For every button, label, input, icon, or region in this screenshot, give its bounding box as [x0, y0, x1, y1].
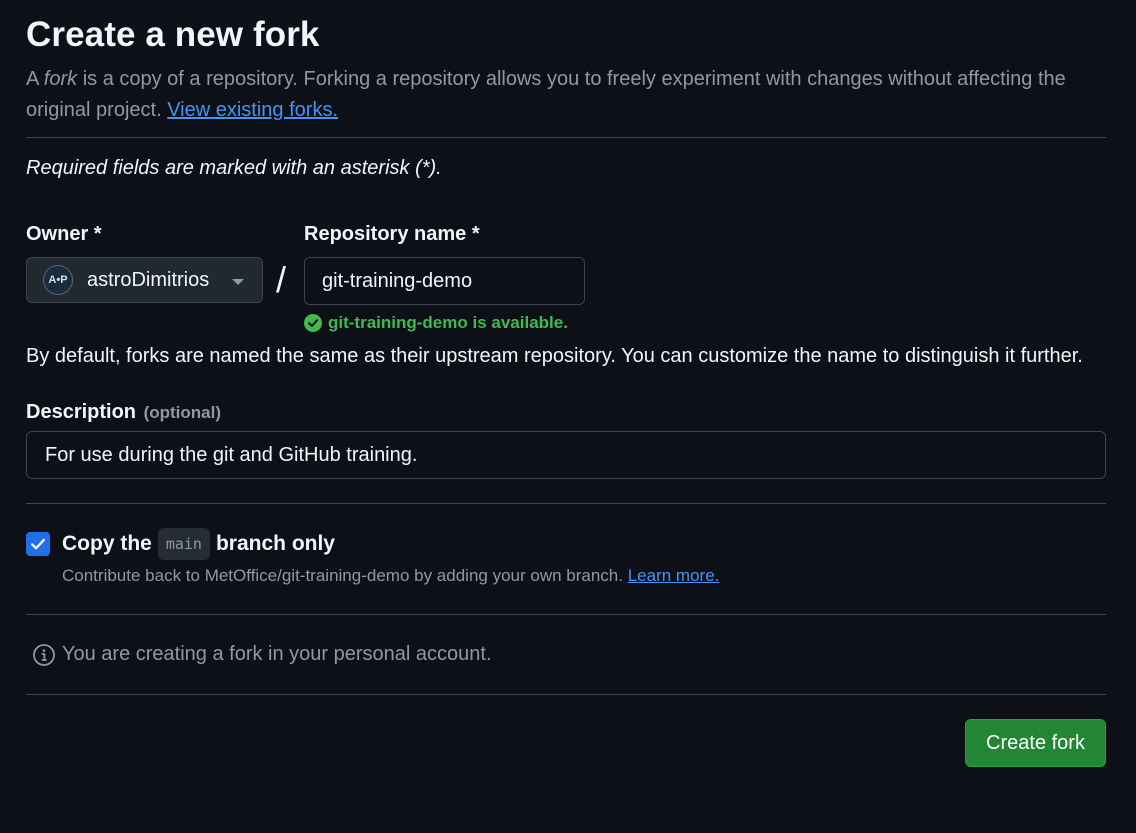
naming-hint: By default, forks are named the same as … — [26, 345, 1083, 367]
owner-field: Owner * A•P astroDimitrios — [26, 223, 263, 303]
copy-branch-subtitle-text: Contribute back to MetOffice/git-trainin… — [62, 566, 623, 585]
caret-down-icon — [232, 279, 244, 285]
description-label-text: Description — [26, 401, 137, 423]
repository-name-label: Repository name * — [304, 223, 480, 245]
info-text: You are creating a fork in your personal… — [62, 643, 492, 665]
copy-branch-suffix: branch only — [215, 532, 335, 555]
owner-label: Owner * — [26, 223, 102, 245]
checkmark-icon — [31, 538, 45, 550]
owner-repo-separator: / — [276, 259, 287, 300]
copy-branch-label[interactable]: Copy the main branch only — [62, 528, 335, 560]
availability-status: git-training-demo is available. — [304, 313, 568, 333]
intro-text: A fork is a copy of a repository. Forkin… — [26, 64, 1106, 126]
view-existing-forks-link[interactable]: View existing forks. — [167, 99, 338, 121]
avatar: A•P — [43, 265, 73, 295]
copy-main-branch-checkbox[interactable] — [26, 532, 50, 556]
description-input[interactable] — [26, 431, 1106, 479]
check-circle-icon — [304, 314, 322, 332]
owner-select-button[interactable]: A•P astroDimitrios — [26, 257, 263, 303]
owner-name: astroDimitrios — [87, 268, 210, 291]
copy-branch-option: Copy the main branch only Contribute bac… — [26, 504, 1106, 614]
fork-page: Create a new fork A fork is a copy of a … — [26, 0, 1106, 797]
repository-name-field: Repository name * git-training-demo is a… — [304, 223, 585, 332]
copy-branch-subtitle: Contribute back to MetOffice/git-trainin… — [62, 566, 719, 586]
availability-text: git-training-demo is available. — [328, 313, 568, 332]
description-label: Description (optional) — [26, 401, 1106, 424]
form-actions: Create fork — [26, 695, 1106, 797]
create-fork-button[interactable]: Create fork — [965, 719, 1106, 767]
page-title: Create a new fork — [26, 15, 320, 54]
copy-branch-prefix: Copy the — [62, 532, 152, 555]
branch-name-code: main — [157, 528, 210, 560]
info-icon — [33, 643, 55, 666]
required-fields-note: Required fields are marked with an aster… — [26, 157, 442, 179]
repository-name-input[interactable] — [304, 257, 585, 305]
intro-fork-term: fork — [43, 68, 78, 90]
personal-account-info: You are creating a fork in your personal… — [26, 615, 1106, 694]
learn-more-link[interactable]: Learn more. — [628, 566, 720, 585]
owner-repo-fields: Owner * A•P astroDimitrios / Repository … — [26, 223, 1106, 333]
intro-prefix: A — [26, 68, 44, 90]
optional-tag: (optional) — [143, 403, 222, 422]
